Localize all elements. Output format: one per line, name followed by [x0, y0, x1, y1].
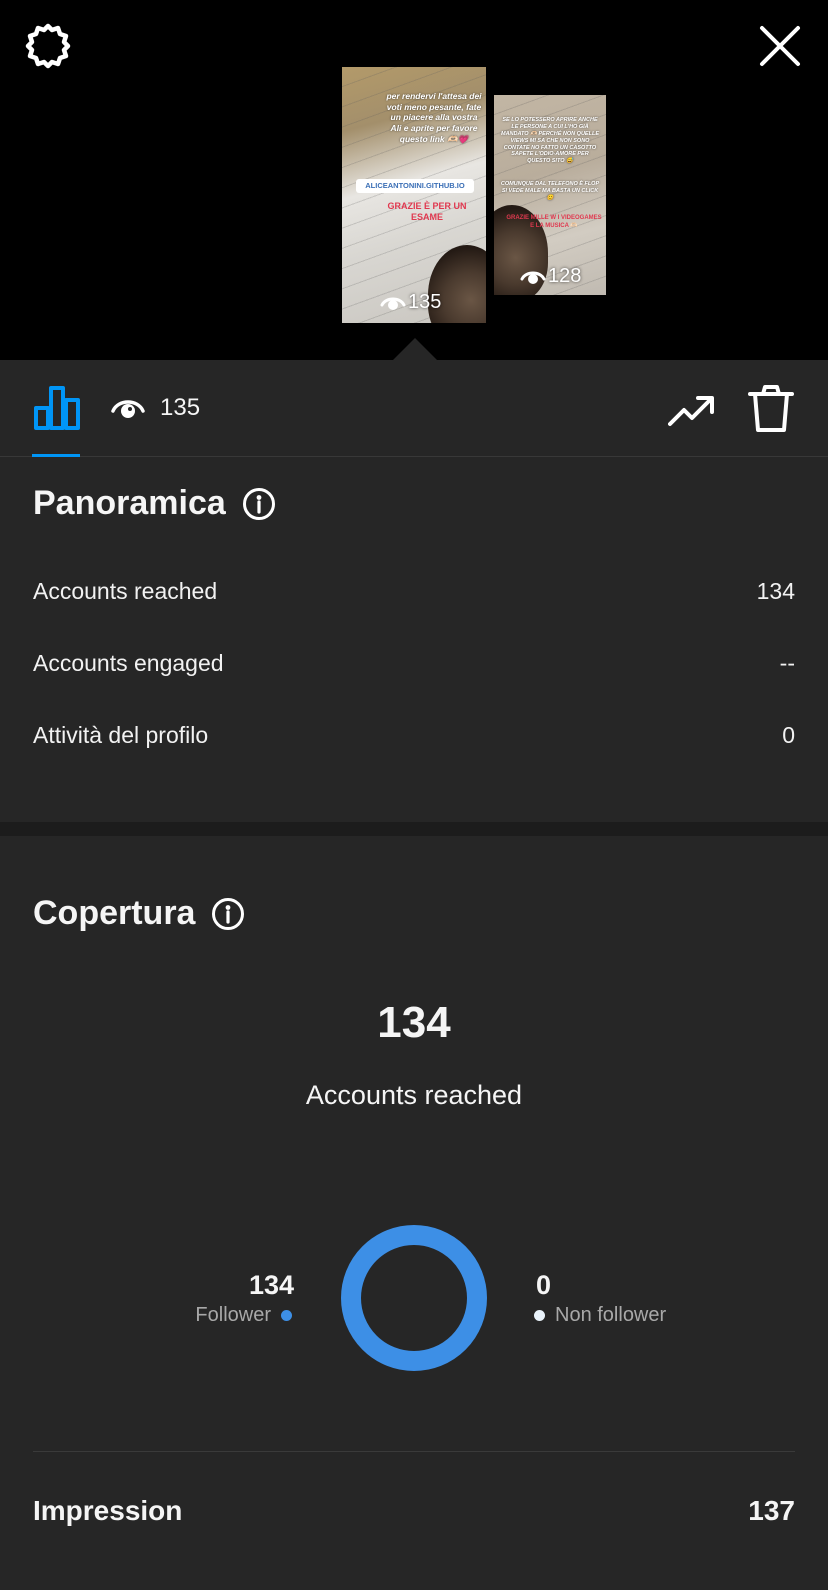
story-caption-mid: COMUNQUE DAL TELEFONO È FLOP SI VEDE MAL… [500, 181, 600, 201]
followers-dot [281, 1310, 292, 1321]
row-value: -- [779, 650, 795, 676]
donut-follower-arc [341, 1225, 487, 1371]
reach-section-title: Copertura [33, 894, 245, 933]
non-followers-label: Non follower [555, 1304, 667, 1326]
story-red-text: GRAZIE È PER UN ESAME [387, 201, 467, 223]
followers-count: 134 [248, 1270, 294, 1300]
reach-donut-chart [341, 1225, 487, 1371]
row-value: 0 [782, 722, 795, 748]
impressions-row[interactable]: Impression 137 [33, 1495, 795, 1527]
info-icon[interactable] [242, 487, 276, 521]
eye-icon [111, 400, 145, 418]
story-views: 128 [520, 265, 581, 288]
row-label: Accounts engaged [33, 650, 224, 676]
bar-chart-icon[interactable] [33, 384, 81, 432]
story-preview-area: per rendervi l'attesa dei voti meno pesa… [0, 0, 828, 360]
story-views-count: 128 [548, 265, 582, 287]
story-thumbnail-current[interactable]: per rendervi l'attesa dei voti meno pesa… [342, 67, 486, 323]
impressions-divider [33, 1451, 795, 1452]
non-followers-count: 0 [536, 1270, 552, 1300]
story-caption: per rendervi l'attesa dei voti meno pesa… [386, 91, 482, 144]
close-icon[interactable] [756, 22, 804, 70]
insights-tabbar: 135 [0, 360, 828, 457]
row-value: 134 [756, 578, 795, 604]
story-caption-top: SE LO POTESSERO APRIRE ANCHE LE PERSONE … [500, 117, 599, 165]
non-followers-legend: Non follower [534, 1304, 666, 1327]
reach-total-label: Accounts reached [305, 1080, 523, 1110]
non-followers-dot [534, 1310, 545, 1321]
impressions-value: 137 [748, 1495, 795, 1526]
row-label: Attività del profilo [33, 722, 209, 748]
impressions-label: Impression [33, 1495, 183, 1526]
trash-icon[interactable] [748, 384, 794, 434]
story-red-text: GRAZIE MILLE W I VIDEOGAMES E LA MUSICA … [506, 215, 602, 229]
followers-legend: Follower [195, 1304, 292, 1327]
info-icon[interactable] [211, 897, 245, 931]
overview-row-accounts-reached[interactable]: Accounts reached 134 [33, 578, 795, 605]
selection-notch [393, 338, 437, 360]
eye-icon [520, 271, 546, 284]
story-views: 135 [380, 291, 441, 314]
overview-title: Panoramica [33, 484, 226, 522]
eye-icon [380, 297, 406, 310]
story-thumbnail-next[interactable]: SE LO POTESSERO APRIRE ANCHE LE PERSONE … [494, 95, 606, 295]
active-tab-indicator [32, 454, 80, 457]
overview-row-accounts-engaged[interactable]: Accounts engaged -- [33, 650, 795, 677]
gear-icon[interactable] [24, 22, 72, 70]
trend-icon[interactable] [668, 390, 716, 430]
story-views-count: 135 [408, 291, 442, 313]
row-label: Accounts reached [33, 578, 218, 604]
overview-row-profile-activity[interactable]: Attività del profilo 0 [33, 722, 795, 749]
link-sticker: ALICEANTONINI.GITHUB.IO [356, 179, 474, 193]
reach-total: 134 [377, 998, 451, 1047]
section-divider [0, 822, 828, 836]
followers-label: Follower [195, 1304, 271, 1326]
views-count[interactable]: 135 [160, 394, 200, 422]
overview-section-title: Panoramica [33, 484, 276, 523]
reach-title: Copertura [33, 894, 196, 932]
